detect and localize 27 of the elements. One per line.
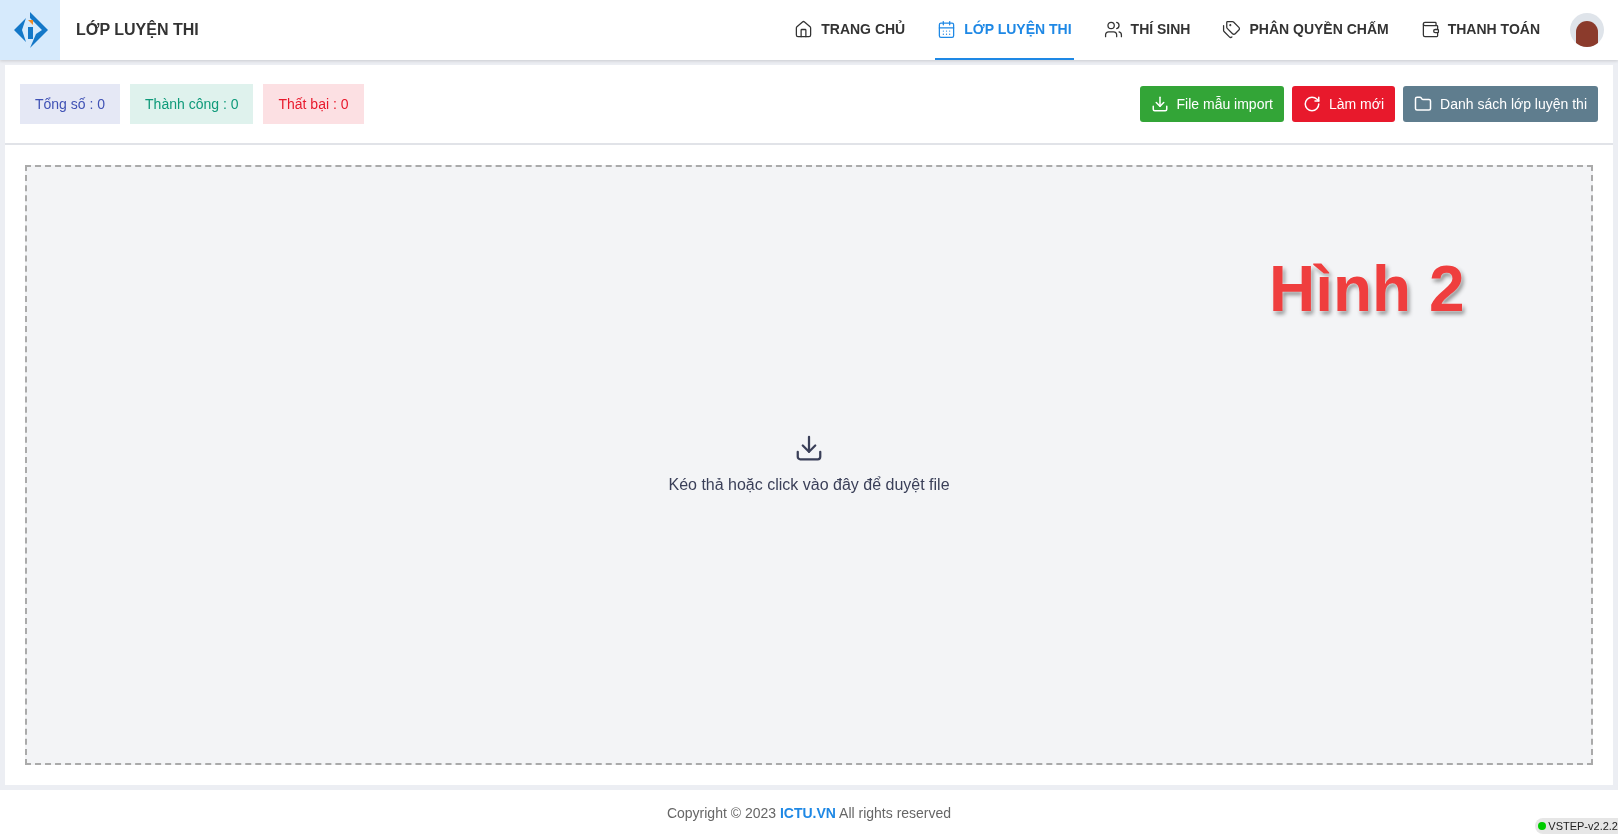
download-icon: [794, 433, 824, 463]
action-button[interactable]: Danh sách lớp luyện thi: [1403, 86, 1598, 122]
calendar-icon: [937, 19, 957, 39]
tag-icon: [1222, 19, 1242, 39]
stat-badge: Tổng số : 0: [20, 84, 121, 124]
avatar[interactable]: [1570, 13, 1604, 47]
wallet-icon: [1420, 19, 1440, 39]
figure-caption: Hình 2: [1269, 252, 1465, 327]
nav-tab[interactable]: THÍ SINH: [1101, 0, 1193, 60]
file-dropzone[interactable]: Kéo thả hoặc click vào đây để duyệt file Hình 2: [25, 165, 1593, 765]
version-badge: VSTEP-v2.2.2: [1535, 817, 1618, 834]
action-button[interactable]: Làm mới: [1292, 86, 1396, 122]
copyright-text: Copyright © 2023 ICTU.VN All rights reserved: [666, 803, 952, 823]
nav-tab[interactable]: THANH TOÁN: [1418, 0, 1542, 60]
users-icon: [1103, 19, 1123, 39]
ictu-link[interactable]: ICTU.VN: [779, 804, 836, 821]
nav-tab[interactable]: TRANG CHỦ: [792, 0, 908, 60]
nav-tab[interactable]: LỚP LUYỆN THI: [935, 0, 1074, 60]
folder-icon: [1414, 95, 1433, 113]
nav-tab[interactable]: PHÂN QUYỀN CHẤM: [1220, 0, 1391, 60]
app-title: LỚP LUYỆN THI: [76, 19, 199, 40]
home-icon: [794, 19, 814, 39]
download-icon: [1150, 95, 1169, 113]
refresh-icon: [1303, 95, 1321, 113]
stat-badge: Thành công : 0: [130, 84, 254, 124]
dropzone-hint: Kéo thả hoặc click vào đây để duyệt file: [668, 475, 950, 495]
stat-badge: Thất bại : 0: [263, 84, 364, 124]
